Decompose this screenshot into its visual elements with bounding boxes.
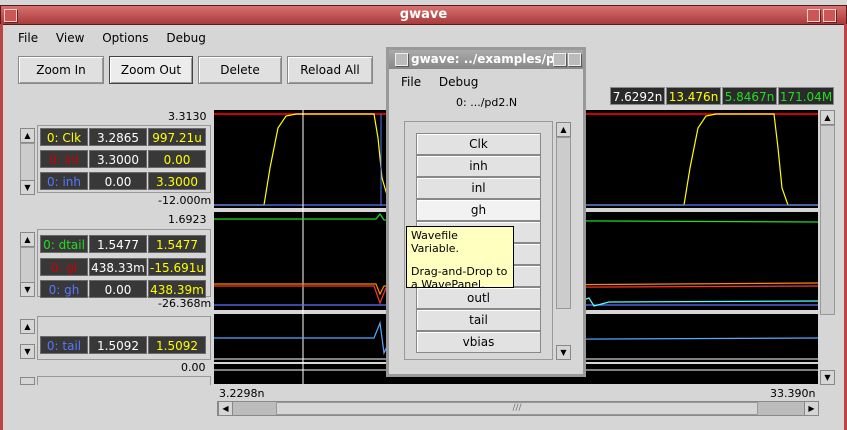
signal-label-clk[interactable]: 0: Clk (40, 128, 88, 146)
wave-vscroll-up-icon[interactable]: ▲ (820, 110, 835, 125)
signal-label-inh[interactable]: 0: inh (40, 172, 88, 190)
popup-minimize-icon[interactable] (553, 53, 566, 66)
popup-vscroll-up-icon[interactable]: ▲ (556, 122, 571, 137)
panel4-label-area (37, 376, 211, 385)
menu-debug[interactable]: Debug (166, 31, 205, 45)
wave-hscroll-thumb[interactable]: /// (276, 402, 758, 415)
panel1-ymin: -12.000m (158, 194, 212, 207)
popup-title: gwave: ../examples/pd (411, 52, 564, 66)
reload-all-button[interactable]: Reload All (287, 56, 373, 84)
signal-label-dtail[interactable]: 0: dtail (40, 235, 88, 253)
panel2-scroll-down-icon[interactable]: ▼ (20, 282, 35, 297)
popup-title-bar[interactable]: gwave: ../examples/pd (389, 50, 583, 69)
zoom-in-button[interactable]: Zoom In (18, 56, 104, 84)
delete-button[interactable]: Delete (198, 56, 282, 84)
signal-value-tail-2: 1.5092 (148, 336, 206, 354)
popup-filename: 0: .../pd2.N (456, 96, 518, 109)
cursor-readout-4: 171.04M (778, 87, 834, 105)
wave-vscroll-down-icon[interactable]: ▼ (820, 370, 835, 385)
main-menubar: File View Options Debug (18, 31, 220, 45)
popup-menu-file[interactable]: File (401, 75, 421, 89)
panel3-scroll-up-icon[interactable]: ▲ (20, 319, 35, 334)
variable-button-clk[interactable]: Clk (416, 133, 541, 155)
variable-button-inh[interactable]: inh (416, 155, 541, 177)
wave-vscroll-thumb[interactable] (820, 125, 835, 315)
popup-menubar: File Debug (401, 75, 492, 89)
variable-button-gh[interactable]: gh (416, 199, 541, 221)
menu-file[interactable]: File (18, 31, 38, 45)
signal-value-gl-1: 438.33m (89, 258, 147, 276)
menu-options[interactable]: Options (102, 31, 148, 45)
window-title: gwave (399, 7, 448, 22)
signal-value-gh-2: 438.39m (148, 280, 206, 298)
popup-menu-icon[interactable] (395, 53, 408, 66)
signal-value-inl-2: 0.00 (148, 150, 206, 168)
signal-label-inl[interactable]: 0: inl (40, 150, 88, 168)
panel1-scroll-down-icon[interactable]: ▼ (20, 180, 35, 195)
variable-button-vbias[interactable]: vbias (416, 331, 541, 353)
x-axis-start: 3.2298n (219, 387, 265, 400)
window-menu-icon[interactable] (4, 9, 17, 22)
popup-maximize-icon[interactable] (568, 53, 581, 66)
variable-button-tail[interactable]: tail (416, 309, 541, 331)
panel3-ymin: 0.00 (181, 361, 206, 374)
signal-value-tail-1: 1.5092 (89, 336, 147, 354)
signal-value-inl-1: 3.3000 (89, 150, 147, 168)
signal-value-inh-1: 0.00 (89, 172, 147, 190)
signal-value-gl-2: -15.691u (148, 258, 206, 276)
signal-value-clk-2: 997.21u (148, 128, 206, 146)
tooltip-line-1: Wavefile Variable. (411, 229, 460, 255)
panel1-scroll-up-icon[interactable]: ▲ (20, 128, 35, 143)
main-title-bar[interactable]: gwave (0, 5, 847, 25)
signal-label-gl[interactable]: 0: gl (40, 258, 88, 276)
panel2-scroll-up-icon[interactable]: ▲ (20, 232, 35, 247)
minimize-icon[interactable] (807, 9, 820, 22)
signal-value-dtail-2: 1.5477 (148, 235, 206, 253)
wave-hscroll-right-icon[interactable]: ▶ (804, 401, 819, 416)
zoom-out-button[interactable]: Zoom Out (109, 56, 193, 84)
signal-value-dtail-1: 1.5477 (89, 235, 147, 253)
panel1-ymax: 3.3130 (168, 110, 207, 123)
cursor-readout-1: 7.6292n (610, 87, 665, 105)
signal-label-tail[interactable]: 0: tail (40, 336, 88, 354)
tooltip-line-2: Drag-and-Drop to (411, 265, 508, 278)
cursor-readout-2: 13.476n (666, 87, 721, 105)
signal-label-gh[interactable]: 0: gh (40, 280, 88, 298)
panel4-scroll-up-icon[interactable] (20, 377, 35, 385)
panel2-ymax: 1.6923 (168, 213, 207, 226)
x-axis-end: 33.390n (770, 387, 816, 400)
popup-vscroll-thumb[interactable] (556, 137, 571, 309)
signal-value-inh-2: 3.3000 (148, 172, 206, 190)
popup-vscroll-down-icon[interactable]: ▼ (556, 345, 571, 360)
tooltip: Wavefile Variable. Drag-and-Drop to a Wa… (406, 226, 514, 291)
tooltip-line-3: a WavePanel. (411, 278, 485, 291)
panel2-scroll-thumb[interactable] (20, 247, 35, 283)
maximize-icon[interactable] (823, 9, 836, 22)
wave-hscroll-left-icon[interactable]: ◀ (218, 401, 233, 416)
panel3-scroll-down-icon[interactable]: ▼ (20, 344, 35, 359)
signal-value-clk-1: 3.2865 (89, 128, 147, 146)
signal-value-gh-1: 0.00 (89, 280, 147, 298)
cursor-readout-3: 5.8467n (722, 87, 777, 105)
panel1-scroll-thumb[interactable] (20, 143, 35, 181)
popup-menu-debug[interactable]: Debug (439, 75, 478, 89)
menu-view[interactable]: View (56, 31, 84, 45)
variable-button-inl[interactable]: inl (416, 177, 541, 199)
